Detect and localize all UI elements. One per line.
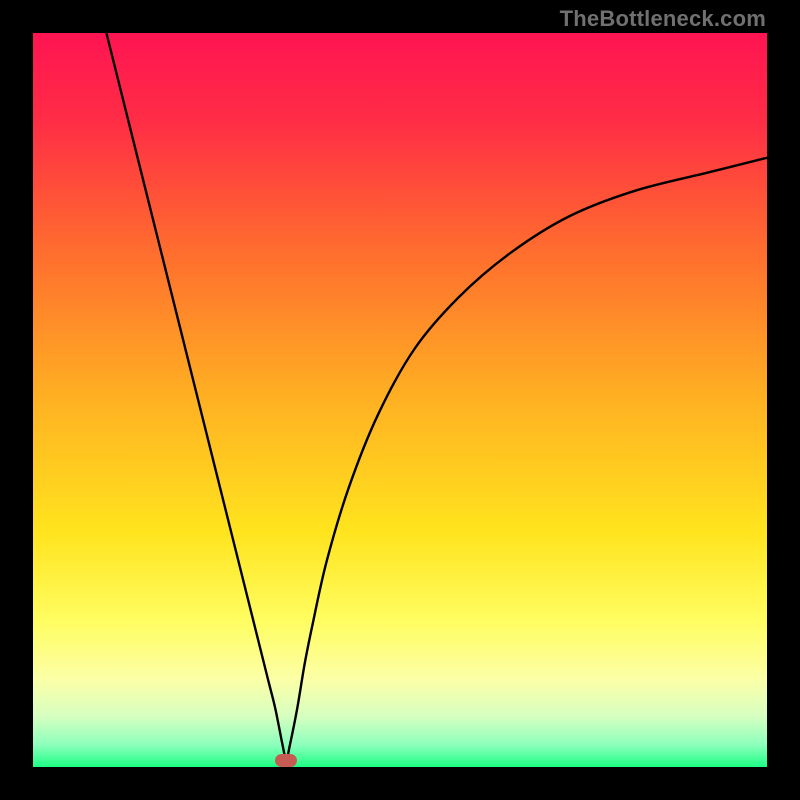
optimum-marker-icon: [275, 754, 297, 767]
chart-frame: { "watermark": "TheBottleneck.com", "col…: [0, 0, 800, 800]
watermark-text: TheBottleneck.com: [560, 6, 766, 32]
plot-area: [33, 33, 767, 767]
chart-curve: [33, 33, 767, 767]
